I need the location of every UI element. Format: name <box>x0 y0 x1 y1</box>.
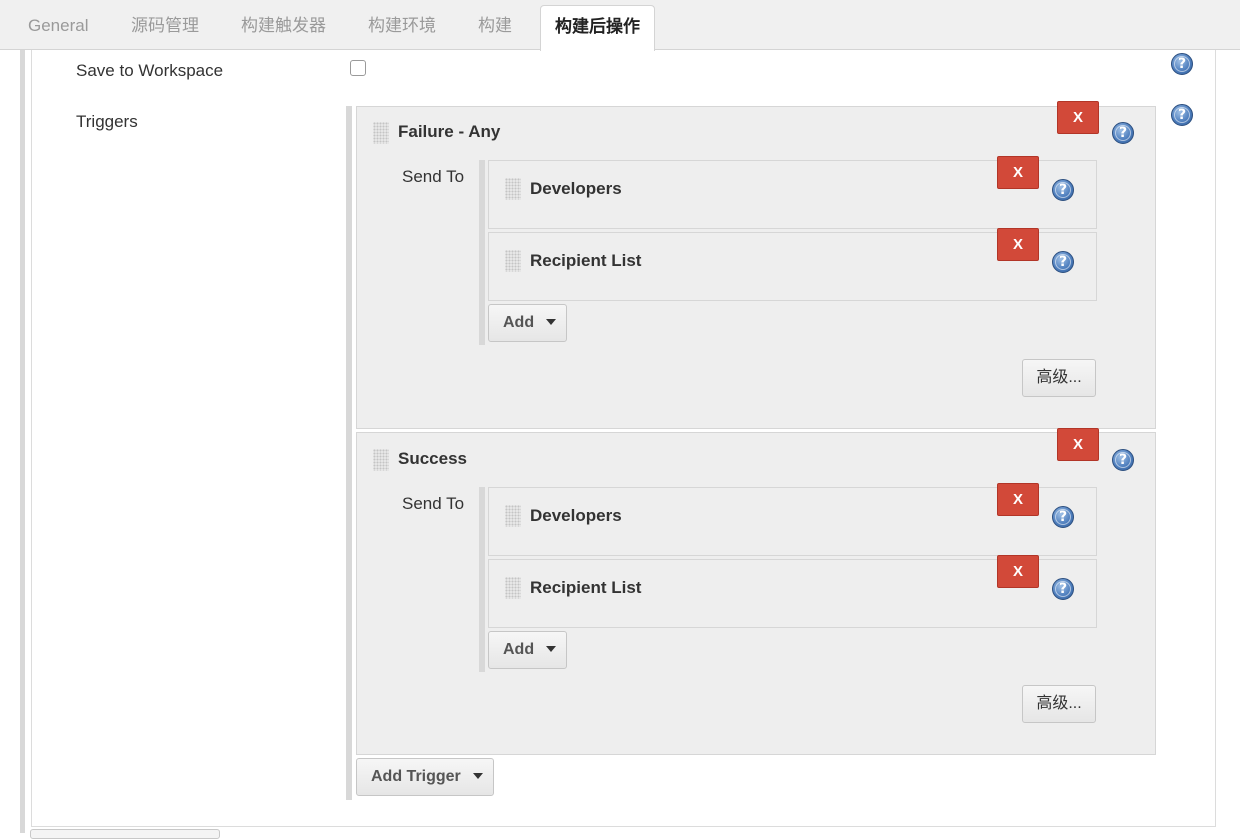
help-glyph: ? <box>1058 182 1068 198</box>
save-to-workspace-checkbox[interactable] <box>350 60 366 76</box>
recipient-help-icon[interactable]: ? <box>1052 179 1074 201</box>
drag-handle-icon[interactable] <box>505 250 521 272</box>
tab-source-code-management[interactable]: 源码管理 <box>131 0 199 50</box>
add-trigger-label: Add Trigger <box>371 768 461 785</box>
drag-handle-icon[interactable] <box>505 178 521 200</box>
trigger-help-icon[interactable]: ? <box>1112 122 1134 144</box>
add-recipient-label: Add <box>503 314 535 331</box>
send-to-label: Send To <box>402 494 465 513</box>
recipient-help-icon[interactable]: ? <box>1052 251 1074 273</box>
triggers-label: Triggers <box>76 112 138 131</box>
tab-post-build-actions[interactable]: 构建后操作 <box>540 5 655 51</box>
help-glyph: ? <box>1058 581 1068 597</box>
section-border-bottom <box>31 826 1216 827</box>
help-glyph: ? <box>1177 56 1187 72</box>
tab-build[interactable]: 构建 <box>478 0 512 50</box>
help-glyph: ? <box>1058 509 1068 525</box>
save-to-workspace-help-icon[interactable]: ? <box>1171 53 1193 75</box>
send-to-list-bar <box>479 160 485 345</box>
trigger-help-icon[interactable]: ? <box>1112 449 1134 471</box>
advanced-button[interactable]: 高级... <box>1022 359 1096 397</box>
add-recipient-label: Add <box>503 641 535 658</box>
section-border-right <box>1215 50 1216 826</box>
send-to-list-bar <box>479 487 485 672</box>
config-tab-bar: General 源码管理 构建触发器 构建环境 构建 构建后操作 <box>0 0 1240 51</box>
save-to-workspace-label: Save to Workspace <box>76 61 224 80</box>
recipient-title: Recipient List <box>530 251 642 270</box>
tab-general[interactable]: General <box>28 0 88 50</box>
recipient-title: Recipient List <box>530 578 642 597</box>
remove-recipient-button[interactable]: X <box>997 156 1039 189</box>
recipient-title: Developers <box>530 179 622 198</box>
drag-handle-icon[interactable] <box>505 577 521 599</box>
drag-handle-icon[interactable] <box>373 449 389 471</box>
help-glyph: ? <box>1118 125 1128 141</box>
help-glyph: ? <box>1177 107 1187 123</box>
recipient-help-icon[interactable]: ? <box>1052 578 1074 600</box>
remove-trigger-button[interactable]: X <box>1057 101 1099 134</box>
add-trigger-button[interactable]: Add Trigger <box>356 758 494 796</box>
recipient-help-icon[interactable]: ? <box>1052 506 1074 528</box>
drag-handle-icon[interactable] <box>505 505 521 527</box>
remove-trigger-button[interactable]: X <box>1057 428 1099 461</box>
advanced-button[interactable]: 高级... <box>1022 685 1096 723</box>
tab-build-triggers[interactable]: 构建触发器 <box>241 0 326 50</box>
send-to-label: Send To <box>402 167 465 186</box>
trigger-title: Failure - Any <box>398 122 501 141</box>
section-indent-bar <box>20 50 25 833</box>
help-glyph: ? <box>1058 254 1068 270</box>
add-recipient-button[interactable]: Add <box>488 304 567 342</box>
remove-recipient-button[interactable]: X <box>997 483 1039 516</box>
remove-recipient-button[interactable]: X <box>997 228 1039 261</box>
drag-handle-icon[interactable] <box>373 122 389 144</box>
partial-button-below[interactable] <box>30 829 220 839</box>
tab-build-environment[interactable]: 构建环境 <box>368 0 436 50</box>
trigger-title: Success <box>398 449 467 468</box>
remove-recipient-button[interactable]: X <box>997 555 1039 588</box>
section-border-left <box>31 50 32 826</box>
caret-down-icon <box>546 645 557 652</box>
add-recipient-button[interactable]: Add <box>488 631 567 669</box>
triggers-help-icon[interactable]: ? <box>1171 104 1193 126</box>
caret-down-icon <box>472 772 483 779</box>
help-glyph: ? <box>1118 452 1128 468</box>
triggers-list-bar <box>346 106 352 800</box>
caret-down-icon <box>546 318 557 325</box>
recipient-title: Developers <box>530 506 622 525</box>
